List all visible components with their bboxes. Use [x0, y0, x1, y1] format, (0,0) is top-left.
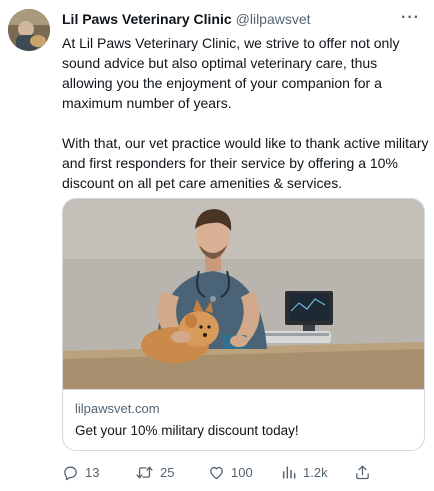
share-button[interactable]	[354, 464, 377, 481]
action-bar: 13 25 100 1.2k	[62, 460, 380, 484]
author-name[interactable]: Lil Paws Veterinary Clinic	[62, 11, 232, 27]
views-icon	[282, 465, 296, 479]
repost-count: 25	[160, 464, 175, 480]
card-image[interactable]	[63, 199, 424, 389]
reply-count: 13	[85, 464, 100, 480]
like-button[interactable]: 100	[208, 464, 253, 481]
tweet-text: At Lil Paws Veterinary Clinic, we strive…	[62, 33, 430, 193]
share-icon	[356, 465, 369, 479]
card-meta: lilpawsvet.com Get your 10% military dis…	[63, 389, 424, 450]
views-button[interactable]: 1.2k	[281, 464, 328, 481]
tweet: Lil Paws Veterinary Clinic @lilpawsvet ·…	[0, 0, 434, 491]
card-title[interactable]: Get your 10% military discount today!	[75, 421, 412, 441]
reply-icon	[64, 466, 77, 480]
views-count: 1.2k	[303, 464, 328, 480]
avatar[interactable]	[8, 9, 50, 51]
tweet-paragraph: At Lil Paws Veterinary Clinic, we strive…	[62, 35, 400, 111]
heart-icon	[210, 466, 223, 479]
card-domain: lilpawsvet.com	[75, 401, 160, 416]
repost-button[interactable]: 25	[135, 464, 174, 481]
link-card[interactable]: lilpawsvet.com Get your 10% military dis…	[62, 198, 425, 451]
tweet-header: Lil Paws Veterinary Clinic @lilpawsvet ·…	[62, 9, 424, 29]
more-options-icon[interactable]: ···	[401, 9, 420, 27]
tweet-paragraph: With that, our vet practice would like t…	[62, 135, 429, 191]
reply-button[interactable]: 13	[62, 464, 99, 481]
author-handle[interactable]: @lilpawsvet	[236, 11, 311, 27]
repost-icon	[136, 466, 153, 478]
like-count: 100	[231, 464, 253, 480]
